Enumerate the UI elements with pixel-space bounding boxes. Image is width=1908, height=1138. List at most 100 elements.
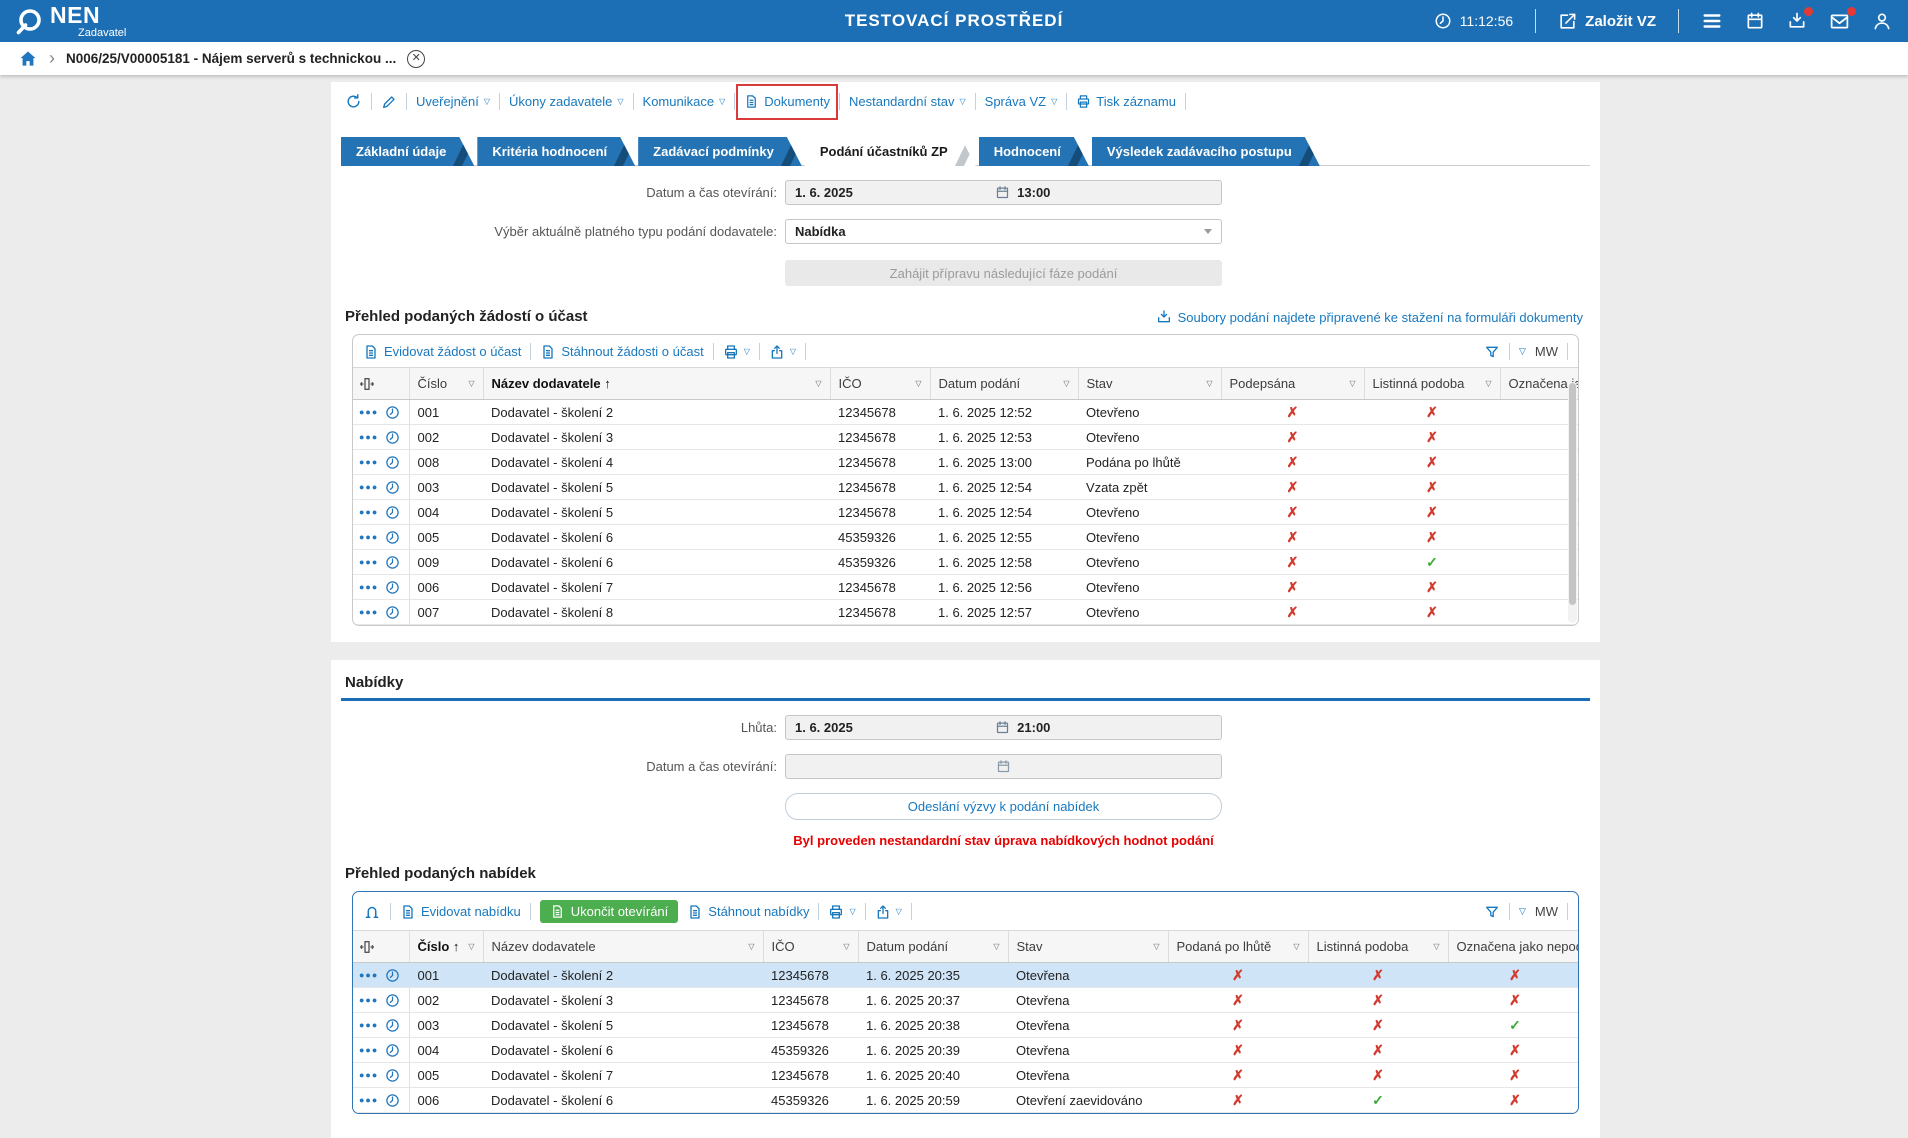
row-history-clock-icon[interactable] (385, 605, 400, 620)
row-history-clock-icon[interactable] (385, 455, 400, 470)
undo-refresh-icon[interactable] (345, 93, 362, 110)
row-history-clock-icon[interactable] (385, 580, 400, 595)
row-actions-icon[interactable]: ●●● (359, 607, 378, 617)
table-row[interactable]: ●●● 001 Dodavatel - školení 2 12345678 1… (353, 963, 1579, 988)
tab-podani-ucastniku-zp[interactable]: Podání účastníků ZP (805, 137, 976, 166)
row-history-clock-icon[interactable] (385, 530, 400, 545)
row-actions-icon[interactable]: ●●● (359, 457, 378, 467)
filter-funnel-icon[interactable] (1484, 904, 1500, 920)
row-actions-icon[interactable]: ●●● (359, 407, 378, 417)
table-row[interactable]: ●●● 003 Dodavatel - školení 5 12345678 1… (353, 475, 1579, 500)
col-nazev-dodavatele[interactable]: Název dodavatele ↑▽ (483, 368, 830, 400)
pencil-icon[interactable] (381, 94, 397, 110)
table-row[interactable]: ●●● 005 Dodavatel - školení 6 45359326 1… (353, 525, 1579, 550)
col-listinna-podoba[interactable]: Listinná podoba▽ (1364, 368, 1500, 400)
row-history-clock-icon[interactable] (385, 405, 400, 420)
row-actions-icon[interactable]: ●●● (359, 1045, 378, 1055)
export-table-button[interactable]: ▽ (875, 904, 902, 920)
calendar-icon[interactable] (1745, 11, 1765, 31)
filter-caret-icon[interactable]: ▽ (815, 379, 821, 388)
tab-hodnoceni[interactable]: Hodnocení (979, 137, 1089, 166)
filter-caret-icon[interactable]: ▽ (1433, 942, 1439, 951)
menu-nestandardni-stav[interactable]: Nestandardní stav▽ (849, 94, 966, 109)
filter-funnel-icon[interactable] (1484, 344, 1500, 360)
home-icon[interactable] (18, 49, 38, 69)
menu-uverejneni[interactable]: Uveřejnění▽ (416, 94, 490, 109)
table-row[interactable]: ●●● 009 Dodavatel - školení 6 45359326 1… (353, 550, 1579, 575)
breadcrumb-item[interactable]: N006/25/V00005181 - Nájem serverů s tech… (66, 51, 396, 66)
column-settings-icon[interactable] (359, 939, 375, 955)
lhuta-field[interactable]: 1. 6. 2025 21:00 (785, 715, 1222, 740)
table-row[interactable]: ●●● 001 Dodavatel - školení 2 12345678 1… (353, 400, 1579, 425)
mw-label[interactable]: MW (1535, 344, 1558, 359)
row-history-clock-icon[interactable] (385, 505, 400, 520)
table-scrollbar[interactable] (1568, 382, 1577, 623)
table-row[interactable]: ●●● 006 Dodavatel - školení 7 12345678 1… (353, 575, 1579, 600)
col-podana-po-lhute[interactable]: Podaná po lhůtě▽ (1168, 931, 1308, 963)
col-podepsana[interactable]: Podepsána▽ (1221, 368, 1364, 400)
tab-vysledek-zadavaciho-postupu[interactable]: Výsledek zadávacího postupu (1092, 137, 1320, 166)
menu-tisk-zaznamu[interactable]: Tisk záznamu (1076, 94, 1176, 109)
row-history-clock-icon[interactable] (385, 480, 400, 495)
filter-caret-icon[interactable]: ▽ (1063, 379, 1069, 388)
filter-caret-icon[interactable]: ▽ (1293, 942, 1299, 951)
col-nazev-dodavatele[interactable]: Název dodavatele▽ (483, 931, 763, 963)
row-actions-icon[interactable]: ●●● (359, 532, 378, 542)
col-cislo[interactable]: Číslo▽ (409, 368, 483, 400)
col-stav[interactable]: Stav▽ (1078, 368, 1221, 400)
stahnout-zadosti-button[interactable]: Stáhnout žádosti o účast (540, 344, 703, 360)
table-row[interactable]: ●●● 008 Dodavatel - školení 4 12345678 1… (353, 450, 1579, 475)
row-history-clock-icon[interactable] (385, 430, 400, 445)
filter-caret-icon[interactable]: ▽ (1153, 942, 1159, 951)
menu-ukony-zadavatele[interactable]: Úkony zadavatele▽ (509, 94, 624, 109)
table-row[interactable]: ●●● 004 Dodavatel - školení 6 45359326 1… (353, 1038, 1579, 1063)
menu-komunikace[interactable]: Komunikace▽ (643, 94, 726, 109)
filter-caret-icon[interactable]: ▽ (1485, 379, 1491, 388)
col-listinna-podoba[interactable]: Listinná podoba▽ (1308, 931, 1448, 963)
row-actions-icon[interactable]: ●●● (359, 432, 378, 442)
row-actions-icon[interactable]: ●●● (359, 995, 378, 1005)
zahajit-pripravu-button[interactable]: Zahájit přípravu následující fáze podání (785, 260, 1222, 286)
soubory-podani-link[interactable]: Soubory podání najdete připravené ke sta… (1156, 309, 1583, 325)
tab-zadavaci-podminky[interactable]: Zadávací podmínky (638, 137, 802, 166)
filter-caret-icon[interactable]: ▽ (748, 942, 754, 951)
filter-caret-icon[interactable]: ▽ (993, 942, 999, 951)
filter-caret-icon[interactable]: ▽ (1349, 379, 1355, 388)
user-profile-icon[interactable] (1872, 11, 1892, 31)
evidovat-nabidku-button[interactable]: Evidovat nabídku (400, 904, 521, 920)
tab-kriteria-hodnoceni[interactable]: Kritéria hodnocení (477, 137, 635, 166)
menu-sprava-vz[interactable]: Správa VZ▽ (985, 94, 1058, 109)
table-row[interactable]: ●●● 003 Dodavatel - školení 5 12345678 1… (353, 1013, 1579, 1038)
col-datum-podani[interactable]: Datum podání▽ (930, 368, 1078, 400)
col-stav[interactable]: Stav▽ (1008, 931, 1168, 963)
create-vz-button[interactable]: Založit VZ (1558, 12, 1656, 31)
filter-caret-icon[interactable]: ▽ (468, 942, 474, 951)
row-actions-icon[interactable]: ●●● (359, 1070, 378, 1080)
table-row[interactable]: ●●● 005 Dodavatel - školení 7 12345678 1… (353, 1063, 1579, 1088)
menu-hamburger-icon[interactable] (1701, 10, 1723, 32)
row-actions-icon[interactable]: ●●● (359, 582, 378, 592)
row-history-clock-icon[interactable] (385, 968, 400, 983)
table-row[interactable]: ●●● 002 Dodavatel - školení 3 12345678 1… (353, 988, 1579, 1013)
filter-caret-icon[interactable]: ▽ (468, 379, 474, 388)
col-ico[interactable]: IČO▽ (830, 368, 930, 400)
row-actions-icon[interactable]: ●●● (359, 1020, 378, 1030)
chevron-down-icon[interactable]: ▽ (1519, 346, 1526, 357)
row-actions-icon[interactable]: ●●● (359, 507, 378, 517)
row-actions-icon[interactable]: ●●● (359, 482, 378, 492)
scrollbar-thumb[interactable] (1569, 383, 1576, 605)
filter-caret-icon[interactable]: ▽ (1206, 379, 1212, 388)
table-row[interactable]: ●●● 004 Dodavatel - školení 5 12345678 1… (353, 500, 1579, 525)
datum-cas-oteviranai-field-empty[interactable] (785, 754, 1222, 779)
row-history-clock-icon[interactable] (385, 1018, 400, 1033)
row-history-clock-icon[interactable] (385, 1068, 400, 1083)
filter-caret-icon[interactable]: ▽ (843, 942, 849, 951)
downloads-button[interactable] (1787, 11, 1807, 31)
typ-podani-select[interactable]: Nabídka (785, 219, 1222, 244)
filter-caret-icon[interactable]: ▽ (915, 379, 921, 388)
row-actions-icon[interactable]: ●●● (359, 557, 378, 567)
column-settings-icon[interactable] (359, 376, 375, 392)
row-history-clock-icon[interactable] (385, 1093, 400, 1108)
table-row[interactable]: ●●● 007 Dodavatel - školení 8 12345678 1… (353, 600, 1579, 625)
messages-button[interactable] (1829, 11, 1850, 32)
